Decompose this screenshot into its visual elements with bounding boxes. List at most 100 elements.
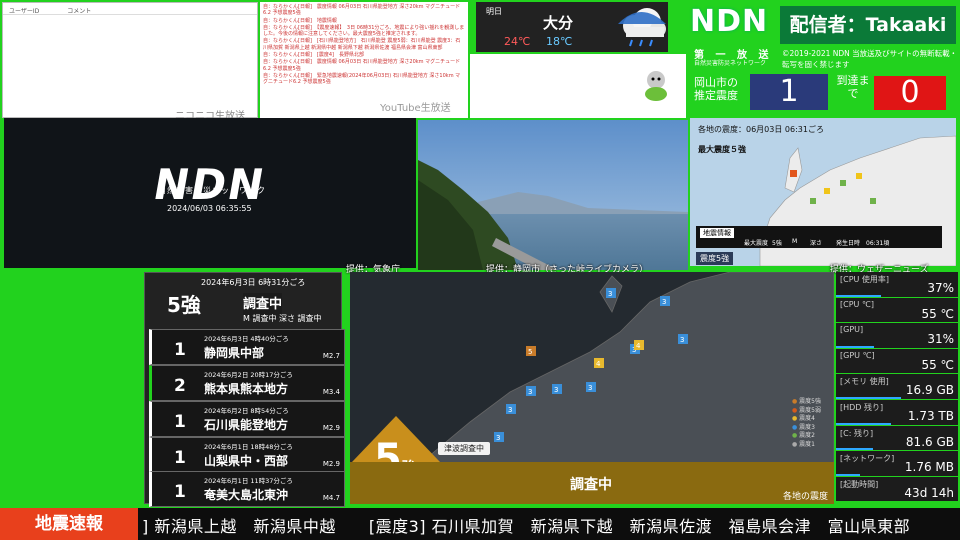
log-line: 自：ならかくん[日報] 震度情報 06月03日 石川県能登地方 深さ20km マ… — [263, 4, 461, 17]
stat-bar — [836, 448, 873, 451]
stat-bar — [836, 396, 901, 399]
stat-value: 81.6 GB — [905, 434, 954, 449]
earthquake-log-panel: 自：ならかくん[日報] 震度情報 06月03日 石川県能登地方 深さ20km マ… — [260, 2, 468, 118]
ndn-video-datetime: 2024/06/03 06:35:55 — [167, 204, 252, 213]
arrival-countdown: 0 — [874, 76, 946, 110]
caster-label: 配信者：Takaaki — [780, 6, 956, 44]
history-item[interactable]: 2024年6月2日 20時17分ごろ 2 熊本県熊本地方 M3.4 — [149, 365, 345, 401]
stat-value: 37% — [927, 281, 954, 295]
history-place: 静岡県中部 — [204, 346, 265, 360]
log-line: 自：ならかくん[日報] 震度情報 06月03日 石川県能登地方 深さ20km マ… — [263, 59, 461, 72]
intensity-map-footer: 震度5強 — [696, 252, 734, 265]
stat-row: [起動時間] 43d 14h — [836, 476, 958, 502]
ndn-logo: NDN — [690, 4, 769, 39]
legend-label: 震度3 — [799, 423, 815, 431]
svg-text:5: 5 — [528, 348, 532, 356]
history-item[interactable]: 2024年6月1日 11時37分ごろ 1 奄美大島北東沖 M4.7 — [149, 471, 345, 507]
history-intensity: 1 — [174, 340, 186, 360]
log-line: 自：ならかくん[日報] [石川県能登地方] 石川県能登 震度5弱：石川県能登 震… — [263, 38, 461, 51]
mascot-panel — [470, 54, 686, 118]
stat-row: [GPU] 31% — [836, 323, 958, 348]
stat-bar — [836, 345, 874, 348]
news-ticker: 地震速報 ] 新潟県上越 新潟県中越 [震度3] 石川県加賀 新潟県下越 新潟県… — [0, 508, 960, 540]
stat-label: [メモリ 使用] — [840, 377, 889, 387]
stat-row: [CPU 使用率] 37% — [836, 272, 958, 297]
col-comment: コメント — [67, 8, 92, 15]
camera-scene — [418, 120, 688, 270]
stat-label: [GPU ℃] — [840, 350, 875, 360]
svg-text:3: 3 — [508, 406, 512, 414]
estimated-intensity-value: 1 — [750, 74, 828, 110]
history-item[interactable]: 2024年6月2日 8時54分ごろ 1 石川県能登地方 M2.9 — [149, 401, 345, 437]
history-place: 石川県能登地方 — [204, 418, 289, 432]
history-intensity: 1 — [174, 412, 186, 432]
comment-panel: ユーザーID コメント ニコニコ生放送 — [2, 2, 258, 122]
history-place: 熊本県熊本地方 — [204, 382, 289, 396]
legend-label: 震度2 — [799, 432, 815, 440]
quake-info-time-value: 06:31頃 — [866, 240, 890, 247]
svg-text:3: 3 — [528, 388, 532, 396]
broadcast-header: NDN 配信者：Takaaki 第 一 放 送 自然災害防災ネットワーク ©20… — [690, 4, 958, 116]
stat-label: [C: 残り] — [840, 428, 874, 438]
history-item[interactable]: 2024年6月3日 4時40分ごろ 1 静岡県中部 M2.7 — [149, 329, 345, 365]
quake-info-bar: 地震情報 最大震度 5強 M 深さ 発生日時 06:31頃 — [696, 226, 942, 248]
history-date: 2024年6月1日 11時37分ごろ — [204, 477, 293, 485]
stat-row: [ネットワーク] 1.76 MB — [836, 451, 958, 476]
history-date: 2024年6月2日 20時17分ごろ — [204, 371, 293, 379]
stat-bar — [836, 473, 861, 476]
weather-widget: 明日 大分 24℃ 18℃ — [476, 2, 668, 52]
legend-label: 震度4 — [799, 415, 815, 423]
history-intensity: 2 — [174, 376, 186, 396]
cloud-rain-icon — [618, 8, 666, 47]
ndn-video-subtitle: 自然災害防災ネットワーク — [158, 186, 266, 195]
quake-info-max-label: 最大震度 — [744, 240, 769, 247]
history-item[interactable]: 2024年6月1日 18時48分ごろ 1 山梨県中・西部 M2.9 — [149, 437, 345, 473]
ticker-label: 地震速報 — [0, 508, 138, 540]
comment-header: ユーザーID コメント — [3, 3, 257, 15]
history-magnitude: M3.4 — [322, 388, 340, 396]
stat-value: 55 ℃ — [921, 306, 954, 321]
history-place: 奄美大島北東沖 — [204, 488, 289, 502]
tsunami-status: 津波調査中 — [438, 442, 490, 455]
main-map-status-bar: 調査中 — [350, 462, 834, 504]
weather-city: 大分 — [542, 14, 573, 32]
legend-label: 震度5強 — [799, 398, 821, 405]
history-date: 2024年6月3日 4時40分ごろ — [204, 335, 289, 343]
history-intensity: 1 — [174, 448, 186, 468]
legend-label: 震度1 — [799, 440, 815, 448]
arrival-label: 到達まで — [836, 74, 870, 100]
stat-label: [GPU] — [840, 325, 864, 335]
stat-value: 1.76 MB — [904, 460, 954, 475]
quake-info-time-label: 発生日時 — [836, 240, 861, 247]
stat-row: [C: 残り] 81.6 GB — [836, 425, 958, 451]
main-map-status: 調査中 — [570, 477, 612, 493]
svg-text:3: 3 — [588, 384, 592, 392]
stat-row: [HDD 残り] 1.73 TB — [836, 399, 958, 425]
quake-info-label: 地震情報 — [700, 228, 734, 238]
quake-info-depth: 深さ — [810, 240, 823, 247]
main-quake-map: 3 3 5 3 3 4 4 3 3 3 3 3 5強 津波調査中 ● 震度5強 … — [350, 272, 834, 504]
quake-info-max-value: 5強 — [772, 240, 782, 247]
intensity-map-panel: 各地の震度：06月03日 06:31ごろ 最大震度５強 地震情報 最大震度 5強… — [690, 118, 956, 266]
svg-text:3: 3 — [608, 290, 612, 298]
log-line: 自：ならかくん[日報] 【震度速報】 3日 06時31分ごろ、地震により強い揺れ… — [263, 24, 465, 38]
estimated-intensity-label: 岡山市の推定震度 — [694, 76, 738, 102]
stat-bar — [836, 422, 891, 425]
system-stats-panel: [CPU 使用率] 37% [CPU ℃] 55 ℃ [GPU] 31% [GPU ℃] 55… — [836, 272, 958, 506]
stat-value: 1.73 TB — [907, 408, 954, 423]
quake-info-m: M — [792, 238, 798, 245]
stat-label: [CPU 使用率] — [840, 275, 890, 284]
mascot-icon — [645, 71, 667, 101]
legend-item: ● 震度5強 — [792, 398, 821, 405]
svg-text:4: 4 — [596, 360, 601, 368]
stat-row: [CPU ℃] 55 ℃ — [836, 297, 958, 323]
svg-text:3: 3 — [496, 434, 500, 442]
ndn-video-panel: NDN 自然災害防災ネットワーク 2024/06/03 06:35:55 — [4, 118, 416, 268]
svg-text:3: 3 — [680, 336, 684, 344]
history-intensity: 1 — [174, 482, 186, 502]
log-line: 自：ならかくん[日報] [震度4] 長野県北部 — [263, 52, 364, 59]
live-camera-view — [418, 120, 688, 270]
history-date: 2024年6月2日 8時54分ごろ — [204, 407, 289, 415]
main-map-caption: 各地の震度 — [782, 492, 828, 502]
svg-text:3: 3 — [662, 298, 666, 306]
